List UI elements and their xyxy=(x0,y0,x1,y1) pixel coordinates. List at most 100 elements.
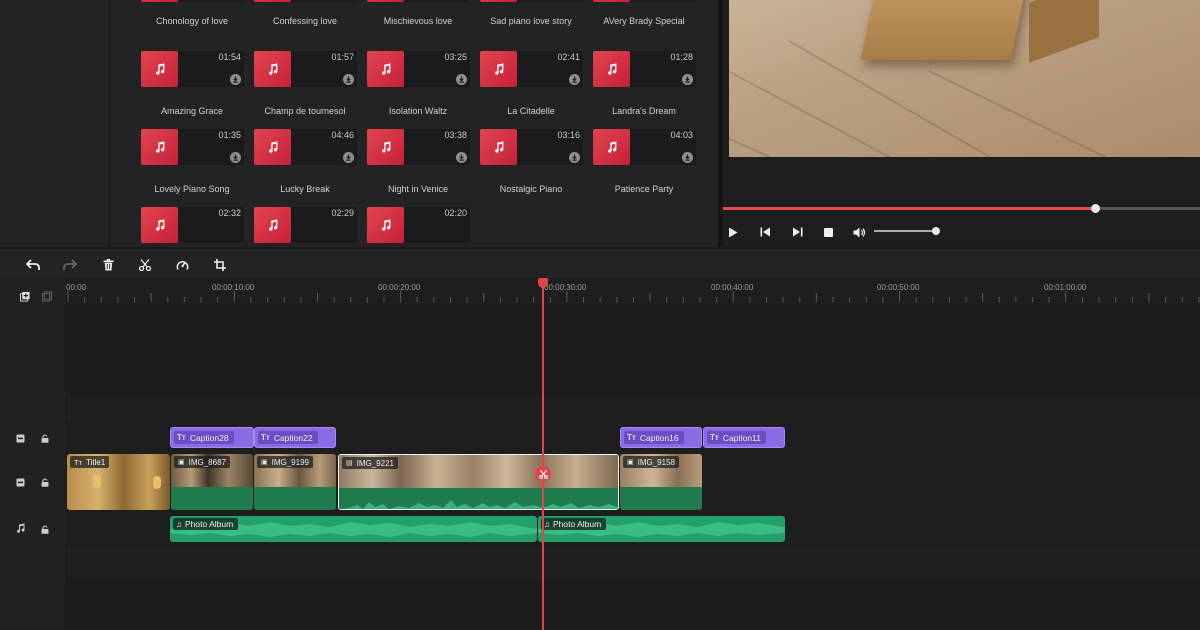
video-clip[interactable]: ▣ IMG_8687 xyxy=(171,454,253,510)
prev-frame-icon[interactable] xyxy=(757,224,773,240)
copy-track-icon[interactable] xyxy=(42,291,52,301)
clip-title: IMG_9199 xyxy=(271,457,309,467)
caption-clip[interactable]: Tт Caption16 xyxy=(620,427,702,448)
video-preview[interactable] xyxy=(729,0,1200,157)
music-item[interactable]: 03:38 Night in Venice xyxy=(363,129,473,207)
download-icon[interactable] xyxy=(682,152,693,163)
music-item[interactable]: 02:32 xyxy=(137,207,247,247)
caption-clip-label: Tт Caption22 xyxy=(258,431,318,444)
download-icon[interactable] xyxy=(456,74,467,85)
clip-label: ▤ IMG_9221 xyxy=(342,457,398,469)
ruler-label: 00:01:00:00 xyxy=(1044,283,1087,292)
download-icon[interactable] xyxy=(230,74,241,85)
music-item[interactable]: 02:20 xyxy=(363,207,473,247)
music-duration: 01:35 xyxy=(218,130,241,140)
playback-progress-fill xyxy=(723,207,1096,210)
caption-clip[interactable]: Tт Caption22 xyxy=(254,427,336,448)
audio-clip-label: ♫ Photo Album xyxy=(173,518,239,530)
track-headers xyxy=(0,278,67,630)
playhead-handle[interactable] xyxy=(538,278,548,288)
clip-title: IMG_8687 xyxy=(188,457,226,467)
music-item[interactable]: AVery Brady Special xyxy=(589,0,699,44)
caption-clip[interactable]: Tт Caption28 xyxy=(170,427,254,448)
music-title: La Citadelle xyxy=(507,106,555,116)
volume-slider[interactable] xyxy=(874,227,940,235)
top-area: Chonology of love Confessing love Mischi… xyxy=(0,0,1200,247)
playback-progress-handle[interactable] xyxy=(1091,204,1101,213)
music-title: Lovely Piano Song xyxy=(154,184,230,194)
music-item[interactable]: 01:35 Lovely Piano Song xyxy=(137,129,247,207)
music-item[interactable]: 01:54 Amazing Grace xyxy=(137,51,247,129)
lock-icon[interactable] xyxy=(40,524,50,534)
undo-icon[interactable] xyxy=(25,257,41,273)
time-ruler[interactable]: 00:00 00:00:10:00 00:00:20:00 00:00:30:0… xyxy=(66,278,1200,304)
speed-icon[interactable] xyxy=(174,257,190,273)
music-note-icon xyxy=(141,129,178,165)
caption-clip-label: Tт Caption28 xyxy=(174,431,234,444)
download-icon[interactable] xyxy=(682,74,693,85)
clip-label: ▣ IMG_8687 xyxy=(174,456,230,468)
title-frame-light xyxy=(153,476,161,489)
music-item[interactable]: 04:46 Lucky Break xyxy=(250,129,360,207)
music-item[interactable]: 01:28 Landra's Dream xyxy=(589,51,699,129)
title-frame-light xyxy=(93,474,101,488)
music-item[interactable]: Confessing love xyxy=(250,0,360,44)
add-track-icon[interactable] xyxy=(20,291,30,301)
download-icon[interactable] xyxy=(456,152,467,163)
caption-label: Caption28 xyxy=(189,432,229,443)
music-title: Night in Venice xyxy=(387,184,449,194)
image-icon: ▣ xyxy=(627,459,634,466)
stop-icon[interactable] xyxy=(820,224,836,240)
music-title: Chonology of love xyxy=(155,16,229,26)
audio-clip[interactable]: ♫ Photo Album xyxy=(170,516,537,542)
download-icon[interactable] xyxy=(230,152,241,163)
delete-icon[interactable] xyxy=(100,257,116,273)
music-item[interactable]: 02:29 xyxy=(250,207,360,247)
music-duration: 02:32 xyxy=(218,208,241,218)
clip-label: ▣ IMG_9158 xyxy=(623,456,679,468)
crop-icon[interactable] xyxy=(212,257,228,273)
title-clip[interactable]: Tт Title1 xyxy=(67,454,170,510)
download-icon[interactable] xyxy=(343,152,354,163)
video-clip-selected[interactable]: ▤ IMG_9221 xyxy=(338,454,619,510)
music-item[interactable]: 03:25 Isolation Waltz xyxy=(363,51,473,129)
play-icon[interactable] xyxy=(725,224,741,240)
music-item[interactable]: 03:16 Nostalgic Piano xyxy=(476,129,586,207)
next-frame-icon[interactable] xyxy=(789,224,805,240)
music-title: AVery Brady Special xyxy=(603,16,685,26)
volume-slider-handle[interactable] xyxy=(931,227,940,235)
video-clip[interactable]: ▣ IMG_9199 xyxy=(254,454,336,510)
volume-icon[interactable] xyxy=(851,224,867,240)
lock-icon[interactable] xyxy=(40,433,50,443)
music-duration: 03:25 xyxy=(444,52,467,62)
preview-cardboard-box xyxy=(860,0,1028,60)
music-item[interactable]: Mischievous love xyxy=(363,0,473,44)
playhead-line[interactable] xyxy=(542,282,544,630)
audio-clip-title: Photo Album xyxy=(553,519,602,529)
playback-progress-bar[interactable] xyxy=(723,204,1200,213)
music-note-icon: ♫ xyxy=(176,519,182,529)
music-note-icon xyxy=(367,51,404,87)
ruler-label: 00:00:30:00 xyxy=(544,283,587,292)
split-scissors-icon[interactable] xyxy=(535,466,551,482)
clip-audio-waveform xyxy=(254,487,336,510)
music-note-icon xyxy=(480,51,517,87)
music-item[interactable]: 02:41 La Citadelle xyxy=(476,51,586,129)
music-title: Nostalgic Piano xyxy=(499,184,563,194)
music-item[interactable]: Chonology of love xyxy=(137,0,247,44)
audio-clip[interactable]: ♫ Photo Album xyxy=(538,516,785,542)
cut-icon[interactable] xyxy=(137,257,153,273)
music-item[interactable]: 04:03 Patience Party xyxy=(589,129,699,207)
download-icon[interactable] xyxy=(569,152,580,163)
redo-icon[interactable] xyxy=(62,257,78,273)
music-item[interactable]: Sad piano love story xyxy=(476,0,586,44)
music-note-icon xyxy=(141,51,178,87)
download-icon[interactable] xyxy=(569,74,580,85)
lock-icon[interactable] xyxy=(40,477,50,487)
download-icon[interactable] xyxy=(343,74,354,85)
caption-clip[interactable]: Tт Caption11 xyxy=(703,427,785,448)
clip-label: Tт Title1 xyxy=(70,456,110,468)
music-item[interactable]: 01:57 Champ de tournesol xyxy=(250,51,360,129)
ruler-label: 00:00:20:00 xyxy=(378,283,421,292)
video-clip[interactable]: ▣ IMG_9158 xyxy=(620,454,702,510)
